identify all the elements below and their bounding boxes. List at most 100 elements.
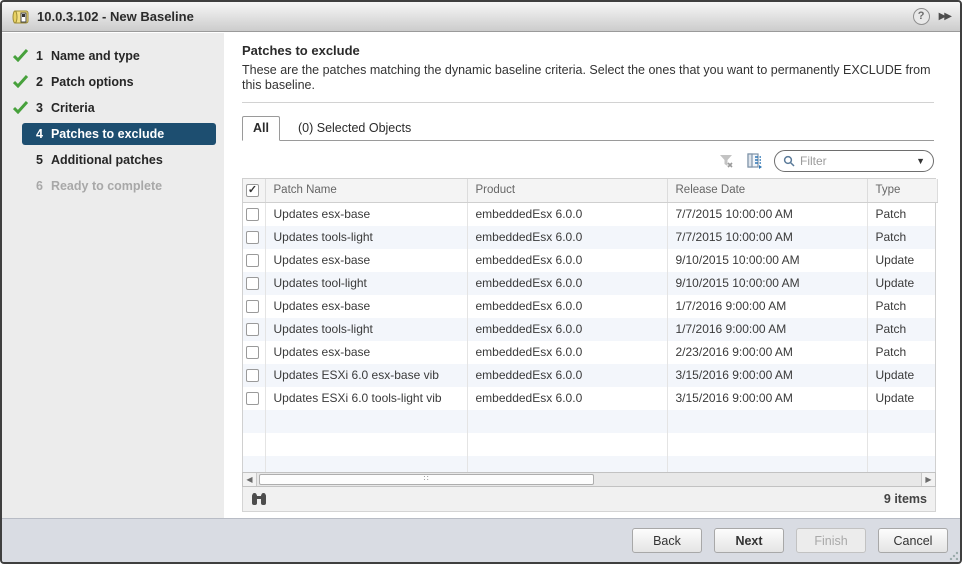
table-row[interactable]: Updates esx-base embeddedEsx 6.0.0 2/23/… bbox=[243, 341, 935, 364]
table-row[interactable]: Updates tools-light embeddedEsx 6.0.0 7/… bbox=[243, 226, 935, 249]
next-button[interactable]: Next bbox=[714, 528, 784, 553]
step-number: 3 bbox=[36, 101, 43, 115]
cell-patch-name: Updates tools-light bbox=[265, 318, 467, 341]
help-icon[interactable]: ? bbox=[913, 8, 930, 25]
tab-bar: All (0) Selected Objects bbox=[242, 116, 934, 141]
step-name-and-type[interactable]: 1 Name and type bbox=[22, 45, 216, 67]
column-header-patch-name[interactable]: Patch Name bbox=[265, 179, 467, 202]
row-checkbox[interactable] bbox=[246, 277, 259, 290]
table-header-row: Patch Name Product Release Date Type bbox=[243, 179, 937, 202]
column-selector-icon[interactable] bbox=[746, 152, 764, 170]
filter-dropdown-caret-icon[interactable]: ▼ bbox=[916, 156, 925, 166]
resize-grip[interactable] bbox=[949, 551, 958, 560]
cell-type: Update bbox=[867, 364, 935, 387]
step-done-check-icon bbox=[13, 49, 28, 62]
back-button[interactable]: Back bbox=[632, 528, 702, 553]
step-criteria[interactable]: 3 Criteria bbox=[22, 97, 216, 119]
cell-type: Update bbox=[867, 387, 935, 410]
table-row[interactable]: Updates esx-base embeddedEsx 6.0.0 1/7/2… bbox=[243, 295, 935, 318]
baseline-icon bbox=[12, 9, 30, 25]
step-label: Criteria bbox=[51, 101, 95, 115]
cell-patch-name: Updates ESXi 6.0 esx-base vib bbox=[265, 364, 467, 387]
dialog-footer: Back Next Finish Cancel bbox=[2, 518, 960, 562]
collapse-icon[interactable]: ▶▶ bbox=[939, 11, 950, 22]
cell-product: embeddedEsx 6.0.0 bbox=[467, 203, 667, 226]
clear-filter-icon[interactable] bbox=[718, 152, 736, 170]
cell-product: embeddedEsx 6.0.0 bbox=[467, 364, 667, 387]
cell-patch-name: Updates esx-base bbox=[265, 295, 467, 318]
row-checkbox[interactable] bbox=[246, 392, 259, 405]
cancel-button[interactable]: Cancel bbox=[878, 528, 948, 553]
cell-product: embeddedEsx 6.0.0 bbox=[467, 341, 667, 364]
cell-release-date: 2/23/2016 9:00:00 AM bbox=[667, 341, 867, 364]
page-title: Patches to exclude bbox=[242, 43, 934, 58]
column-header-release-date[interactable]: Release Date bbox=[667, 179, 867, 202]
search-icon bbox=[783, 155, 795, 167]
empty-row bbox=[243, 433, 935, 456]
row-checkbox[interactable] bbox=[246, 369, 259, 382]
cell-patch-name: Updates ESXi 6.0 tools-light vib bbox=[265, 387, 467, 410]
step-label: Ready to complete bbox=[51, 179, 162, 193]
row-checkbox[interactable] bbox=[246, 300, 259, 313]
table-row[interactable]: Updates tools-light embeddedEsx 6.0.0 1/… bbox=[243, 318, 935, 341]
items-count: 9 items bbox=[884, 492, 927, 506]
row-checkbox[interactable] bbox=[246, 323, 259, 336]
main-content: Patches to exclude These are the patches… bbox=[224, 33, 960, 518]
scrollbar-thumb[interactable]: ∷ bbox=[259, 474, 594, 485]
tab-selected-objects[interactable]: (0) Selected Objects bbox=[288, 117, 421, 140]
scroll-left-arrow-icon[interactable]: ◀ bbox=[243, 473, 257, 486]
row-checkbox[interactable] bbox=[246, 208, 259, 221]
grid-body: Updates esx-base embeddedEsx 6.0.0 7/7/2… bbox=[243, 203, 935, 472]
step-number: 5 bbox=[36, 153, 43, 167]
cell-release-date: 9/10/2015 10:00:00 AM bbox=[667, 249, 867, 272]
cell-release-date: 7/7/2015 10:00:00 AM bbox=[667, 203, 867, 226]
column-header-type[interactable]: Type bbox=[867, 179, 937, 202]
table-row[interactable]: Updates esx-base embeddedEsx 6.0.0 9/10/… bbox=[243, 249, 935, 272]
cell-type: Patch bbox=[867, 318, 935, 341]
select-all-checkbox[interactable] bbox=[246, 184, 259, 197]
row-checkbox[interactable] bbox=[246, 346, 259, 359]
grid-toolbar: ▼ bbox=[242, 149, 934, 173]
cell-type: Patch bbox=[867, 341, 935, 364]
cell-type: Patch bbox=[867, 295, 935, 318]
step-done-check-icon bbox=[13, 75, 28, 88]
finish-button: Finish bbox=[796, 528, 866, 553]
empty-row bbox=[243, 410, 935, 433]
step-label: Patches to exclude bbox=[51, 127, 164, 141]
filter-input[interactable] bbox=[800, 154, 911, 168]
cell-patch-name: Updates tools-light bbox=[265, 226, 467, 249]
step-patches-to-exclude[interactable]: 4 Patches to exclude bbox=[22, 123, 216, 145]
cell-product: embeddedEsx 6.0.0 bbox=[467, 387, 667, 410]
table-row[interactable]: Updates esx-base embeddedEsx 6.0.0 7/7/2… bbox=[243, 203, 935, 226]
step-label: Additional patches bbox=[51, 153, 163, 167]
cell-release-date: 3/15/2016 9:00:00 AM bbox=[667, 387, 867, 410]
tab-all[interactable]: All bbox=[242, 116, 280, 141]
cell-type: Update bbox=[867, 272, 935, 295]
cell-release-date: 1/7/2016 9:00:00 AM bbox=[667, 295, 867, 318]
scroll-right-arrow-icon[interactable]: ▶ bbox=[921, 473, 935, 486]
cell-type: Patch bbox=[867, 226, 935, 249]
table-row[interactable]: Updates tool-light embeddedEsx 6.0.0 9/1… bbox=[243, 272, 935, 295]
page-description: These are the patches matching the dynam… bbox=[242, 63, 934, 93]
divider bbox=[242, 102, 934, 103]
cell-release-date: 7/7/2015 10:00:00 AM bbox=[667, 226, 867, 249]
cell-release-date: 9/10/2015 10:00:00 AM bbox=[667, 272, 867, 295]
horizontal-scrollbar[interactable]: ◀ ∷ ▶ bbox=[242, 472, 936, 487]
table-row[interactable]: Updates ESXi 6.0 tools-light vib embedde… bbox=[243, 387, 935, 410]
step-number: 1 bbox=[36, 49, 43, 63]
table-row[interactable]: Updates ESXi 6.0 esx-base vib embeddedEs… bbox=[243, 364, 935, 387]
step-additional-patches[interactable]: 5 Additional patches bbox=[22, 149, 216, 171]
column-header-product[interactable]: Product bbox=[467, 179, 667, 202]
row-checkbox[interactable] bbox=[246, 231, 259, 244]
cell-patch-name: Updates esx-base bbox=[265, 249, 467, 272]
cell-type: Patch bbox=[867, 203, 935, 226]
row-checkbox[interactable] bbox=[246, 254, 259, 267]
filter-searchbox[interactable]: ▼ bbox=[774, 150, 934, 172]
patches-grid: Patch Name Product Release Date Type bbox=[242, 178, 936, 512]
step-label: Name and type bbox=[51, 49, 140, 63]
step-patch-options[interactable]: 2 Patch options bbox=[22, 71, 216, 93]
cell-product: embeddedEsx 6.0.0 bbox=[467, 249, 667, 272]
wizard-steps-sidebar: 1 Name and type 2 Patch options 3 Criter… bbox=[2, 33, 224, 518]
find-binoculars-icon[interactable] bbox=[251, 492, 267, 506]
cell-product: embeddedEsx 6.0.0 bbox=[467, 272, 667, 295]
